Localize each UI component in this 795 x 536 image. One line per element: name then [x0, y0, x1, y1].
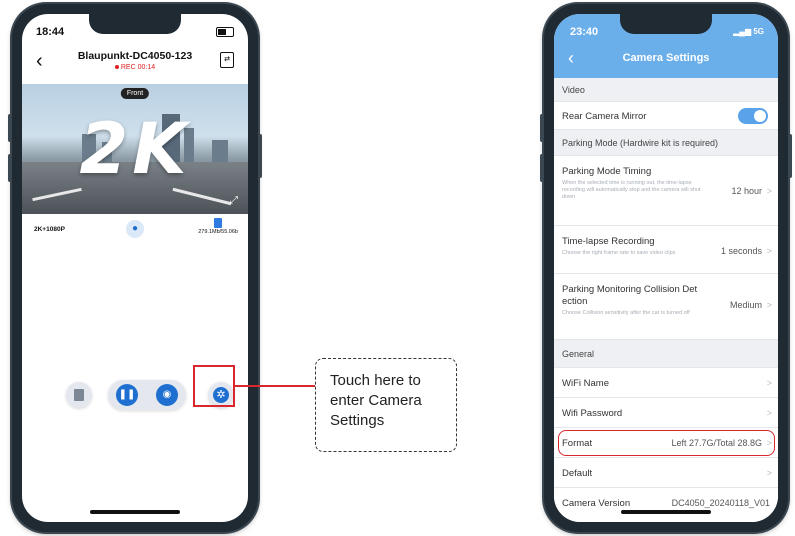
- camera-tag: Front: [120, 88, 150, 99]
- row-value: Medium: [729, 300, 762, 310]
- volume-button: [540, 154, 544, 182]
- section-label: Video: [562, 85, 585, 95]
- row-description: Choose Collision sensitivity after the c…: [562, 310, 690, 316]
- rec-dot-icon: [114, 65, 119, 70]
- callout-line-3: Settings: [330, 412, 385, 429]
- chevron-right-icon: >: [766, 186, 772, 196]
- callout-line-1: Touch here to: [330, 372, 421, 389]
- camera-switch-icon[interactable]: ⇄: [220, 52, 234, 68]
- status-time: 18:44: [36, 26, 65, 38]
- row-default[interactable]: Default >: [554, 458, 778, 488]
- storage-info: 279.1Mb/55.06b: [198, 218, 238, 235]
- section-general: General: [554, 340, 778, 368]
- rec-status: REC 00:14: [22, 64, 248, 71]
- row-label: Default: [562, 468, 593, 479]
- callout-connector: [233, 385, 315, 387]
- row-value: DC4050_20240118_V01: [671, 498, 770, 508]
- row-collision[interactable]: Parking Monitoring Collision Det ection …: [554, 274, 778, 340]
- left-screen: 18:44 ‹ Blaupunkt-DC4050-123 REC 00:14 ⇄…: [22, 14, 248, 522]
- battery-icon: [216, 27, 234, 37]
- camera-icon: ◉: [162, 389, 172, 400]
- microphone-icon[interactable]: ●: [126, 220, 144, 238]
- volume-button: [540, 114, 544, 142]
- signal-indicator: ▂▄▆ 5G: [733, 27, 764, 36]
- notch: [620, 14, 712, 34]
- row-description: When the selected time is running out, t…: [562, 180, 701, 200]
- chevron-right-icon: >: [766, 378, 772, 388]
- home-indicator: [621, 510, 711, 514]
- row-rear-camera-mirror: Rear Camera Mirror: [554, 102, 778, 130]
- callout-line-2: enter Camera: [330, 392, 422, 409]
- row-value: 1 seconds: [720, 246, 762, 256]
- row-parking-timing[interactable]: Parking Mode Timing When the selected ti…: [554, 156, 778, 226]
- rear-mirror-toggle[interactable]: [738, 108, 768, 124]
- right-screen: 23:40 ▂▄▆ 5G ‹ Camera Settings Video Rea…: [554, 14, 778, 522]
- network-type: 5G: [753, 27, 764, 36]
- section-label: General: [562, 349, 595, 359]
- notch: [89, 14, 181, 34]
- row-label: Time-lapse Recording: [562, 236, 655, 247]
- power-button: [258, 134, 262, 178]
- row-value: 12 hour: [731, 186, 762, 196]
- left-phone: 18:44 ‹ Blaupunkt-DC4050-123 REC 00:14 ⇄…: [8, 4, 262, 532]
- row-timelapse[interactable]: Time-lapse Recording Choose the right fr…: [554, 226, 778, 274]
- row-wifi-name[interactable]: WiFi Name >: [554, 368, 778, 398]
- row-wifi-password[interactable]: Wifi Password >: [554, 398, 778, 428]
- record-controls: ❚❚ ◉: [108, 380, 186, 410]
- page-title: Camera Settings: [622, 52, 710, 64]
- app-header: ‹ Blaupunkt-DC4050-123 REC 00:14 ⇄: [22, 46, 248, 86]
- section-label: Parking Mode (Hardwire kit is required): [562, 138, 719, 148]
- chevron-right-icon: >: [766, 468, 772, 478]
- resolution-overlay: 2K: [79, 108, 191, 190]
- row-label: Parking Monitoring Collision Det: [562, 284, 698, 295]
- row-label: Wifi Password: [562, 408, 623, 419]
- row-label: Camera Version: [562, 498, 631, 509]
- row-label: WiFi Name: [562, 378, 609, 389]
- home-indicator: [90, 510, 180, 514]
- info-row: 2K+1080P ● 279.1Mb/55.06b: [22, 216, 248, 244]
- sd-card-icon: [214, 218, 223, 228]
- volume-button: [8, 114, 12, 142]
- rec-status-text: REC 00:14: [120, 64, 156, 71]
- signal-bars-icon: ▂▄▆: [733, 27, 754, 36]
- fullscreen-icon[interactable]: ⤢: [230, 195, 238, 206]
- right-phone: 23:40 ▂▄▆ 5G ‹ Camera Settings Video Rea…: [540, 4, 792, 532]
- volume-button: [8, 154, 12, 182]
- pause-icon: ❚❚: [118, 389, 136, 400]
- lane-marking: [172, 187, 232, 206]
- row-label: Rear Camera Mirror: [562, 111, 647, 122]
- chevron-right-icon: >: [766, 246, 772, 256]
- section-parking: Parking Mode (Hardwire kit is required): [554, 130, 778, 156]
- settings-highlight: [193, 365, 235, 407]
- power-button: [788, 134, 792, 178]
- chevron-right-icon: >: [766, 408, 772, 418]
- section-video: Video: [554, 78, 778, 102]
- row-label: Parking Mode Timing: [562, 166, 652, 177]
- callout-box: Touch here to enter Camera Settings: [315, 358, 457, 452]
- device-title: Blaupunkt-DC4050-123: [77, 50, 193, 62]
- status-time: 23:40: [570, 26, 599, 38]
- resolution-label: 2K+1080P: [34, 226, 65, 233]
- settings-list: Video Rear Camera Mirror Parking Mode (H…: [554, 78, 778, 522]
- row-description: Choose the right frame rate to save vide…: [562, 250, 676, 256]
- chevron-right-icon: >: [766, 300, 772, 310]
- pause-button[interactable]: ❚❚: [116, 384, 138, 406]
- video-preview[interactable]: Front 2K ⤢: [22, 84, 248, 214]
- storage-text: 279.1Mb/55.06b: [198, 229, 238, 235]
- gallery-button[interactable]: [66, 382, 92, 408]
- format-highlight: [558, 430, 775, 456]
- photo-button[interactable]: ◉: [156, 384, 178, 406]
- row-label: ection: [562, 296, 588, 307]
